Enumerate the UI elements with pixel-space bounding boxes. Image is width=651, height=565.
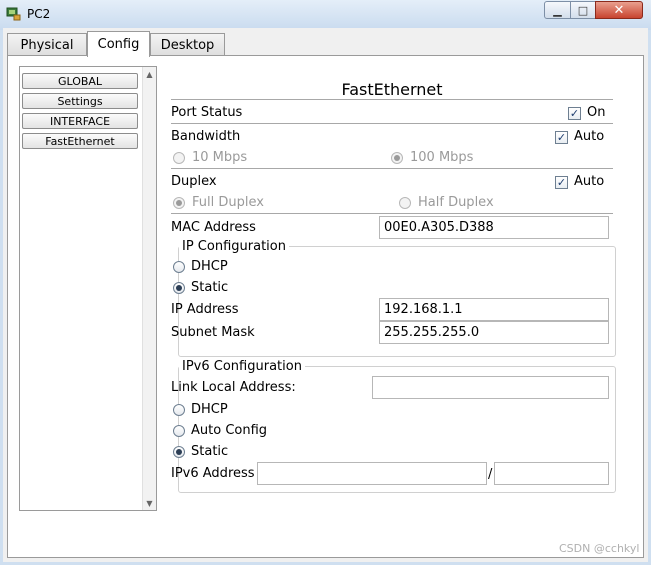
port-status-label: Port Status (171, 105, 243, 120)
ipv6-static-label: Static (191, 444, 229, 459)
bandwidth-10-label: 10 Mbps (192, 150, 248, 165)
divider (171, 99, 613, 100)
bandwidth-auto-label: Auto (574, 129, 605, 144)
divider (171, 123, 613, 124)
link-local-address-label: Link Local Address: (171, 380, 296, 395)
ip-static-label: Static (191, 280, 229, 295)
ipv6-auto-config-radio[interactable] (173, 425, 185, 437)
half-duplex-label: Half Duplex (418, 195, 494, 210)
ip-address-field[interactable]: 192.168.1.1 (379, 298, 609, 321)
ip-configuration-title: IP Configuration (179, 239, 289, 254)
ipv6-auto-config-label: Auto Config (191, 423, 268, 438)
subnet-mask-label: Subnet Mask (171, 325, 255, 340)
tab-physical[interactable]: Physical (7, 33, 87, 56)
ipv6-address-label: IPv6 Address (171, 466, 255, 481)
bandwidth-label: Bandwidth (171, 129, 241, 144)
sidebar-item-fastethernet[interactable]: FastEthernet (22, 133, 138, 149)
close-button[interactable]: ✕ (595, 1, 643, 19)
title-bar[interactable]: PC2 ▁ □ ✕ (0, 0, 651, 30)
bandwidth-10-radio[interactable] (173, 152, 185, 164)
ipv6-dhcp-radio[interactable] (173, 404, 185, 416)
divider (171, 213, 613, 214)
prefix-separator: / (488, 467, 493, 482)
mac-address-field[interactable]: 00E0.A305.D388 (379, 216, 609, 239)
full-duplex-radio[interactable] (173, 197, 185, 209)
ipv6-prefix-field[interactable] (494, 462, 609, 485)
config-panel: GLOBAL Settings INTERFACE FastEthernet ▲… (7, 55, 644, 558)
ip-static-radio[interactable] (173, 282, 185, 294)
subnet-mask-field[interactable]: 255.255.255.0 (379, 321, 609, 344)
bandwidth-100-radio[interactable] (391, 152, 403, 164)
bandwidth-100-label: 100 Mbps (410, 150, 474, 165)
tab-config[interactable]: Config (87, 31, 150, 57)
sidebar-item-settings[interactable]: Settings (22, 93, 138, 109)
ip-dhcp-label: DHCP (191, 259, 228, 274)
mac-address-label: MAC Address (171, 220, 256, 235)
interface-heading: FastEthernet (341, 80, 443, 99)
full-duplex-label: Full Duplex (192, 195, 264, 210)
duplex-label: Duplex (171, 174, 217, 189)
port-status-on-label: On (587, 105, 606, 120)
maximize-button[interactable]: □ (570, 1, 596, 19)
tab-desktop[interactable]: Desktop (150, 33, 225, 56)
scroll-down-icon[interactable]: ▼ (143, 496, 156, 510)
divider (171, 168, 613, 169)
ipv6-dhcp-label: DHCP (191, 402, 228, 417)
scroll-up-icon[interactable]: ▲ (143, 67, 156, 81)
window-body: Physical Config Desktop GLOBAL Settings … (3, 28, 648, 562)
ipv6-address-field[interactable] (257, 462, 487, 485)
ip-address-label: IP Address (171, 302, 239, 317)
sidebar-item-interface[interactable]: INTERFACE (22, 113, 138, 129)
sidebar: GLOBAL Settings INTERFACE FastEthernet ▲… (19, 66, 157, 511)
close-icon: ✕ (613, 2, 625, 18)
window-title: PC2 (27, 7, 51, 21)
sidebar-scrollbar[interactable]: ▲ ▼ (142, 67, 156, 510)
duplex-auto-label: Auto (574, 174, 605, 189)
minimize-button[interactable]: ▁ (544, 1, 571, 19)
duplex-auto-checkbox[interactable]: ✓ (555, 176, 568, 189)
maximize-icon: □ (577, 3, 589, 17)
link-local-address-field[interactable] (372, 376, 609, 399)
minimize-icon: ▁ (553, 3, 562, 17)
port-status-checkbox[interactable]: ✓ (568, 107, 581, 120)
ip-dhcp-radio[interactable] (173, 261, 185, 273)
ipv6-static-radio[interactable] (173, 446, 185, 458)
ipv6-configuration-title: IPv6 Configuration (179, 359, 305, 374)
bandwidth-auto-checkbox[interactable]: ✓ (555, 131, 568, 144)
watermark: CSDN @cchkyl (559, 542, 640, 555)
sidebar-item-global[interactable]: GLOBAL (22, 73, 138, 89)
app-icon (6, 7, 21, 21)
half-duplex-radio[interactable] (399, 197, 411, 209)
